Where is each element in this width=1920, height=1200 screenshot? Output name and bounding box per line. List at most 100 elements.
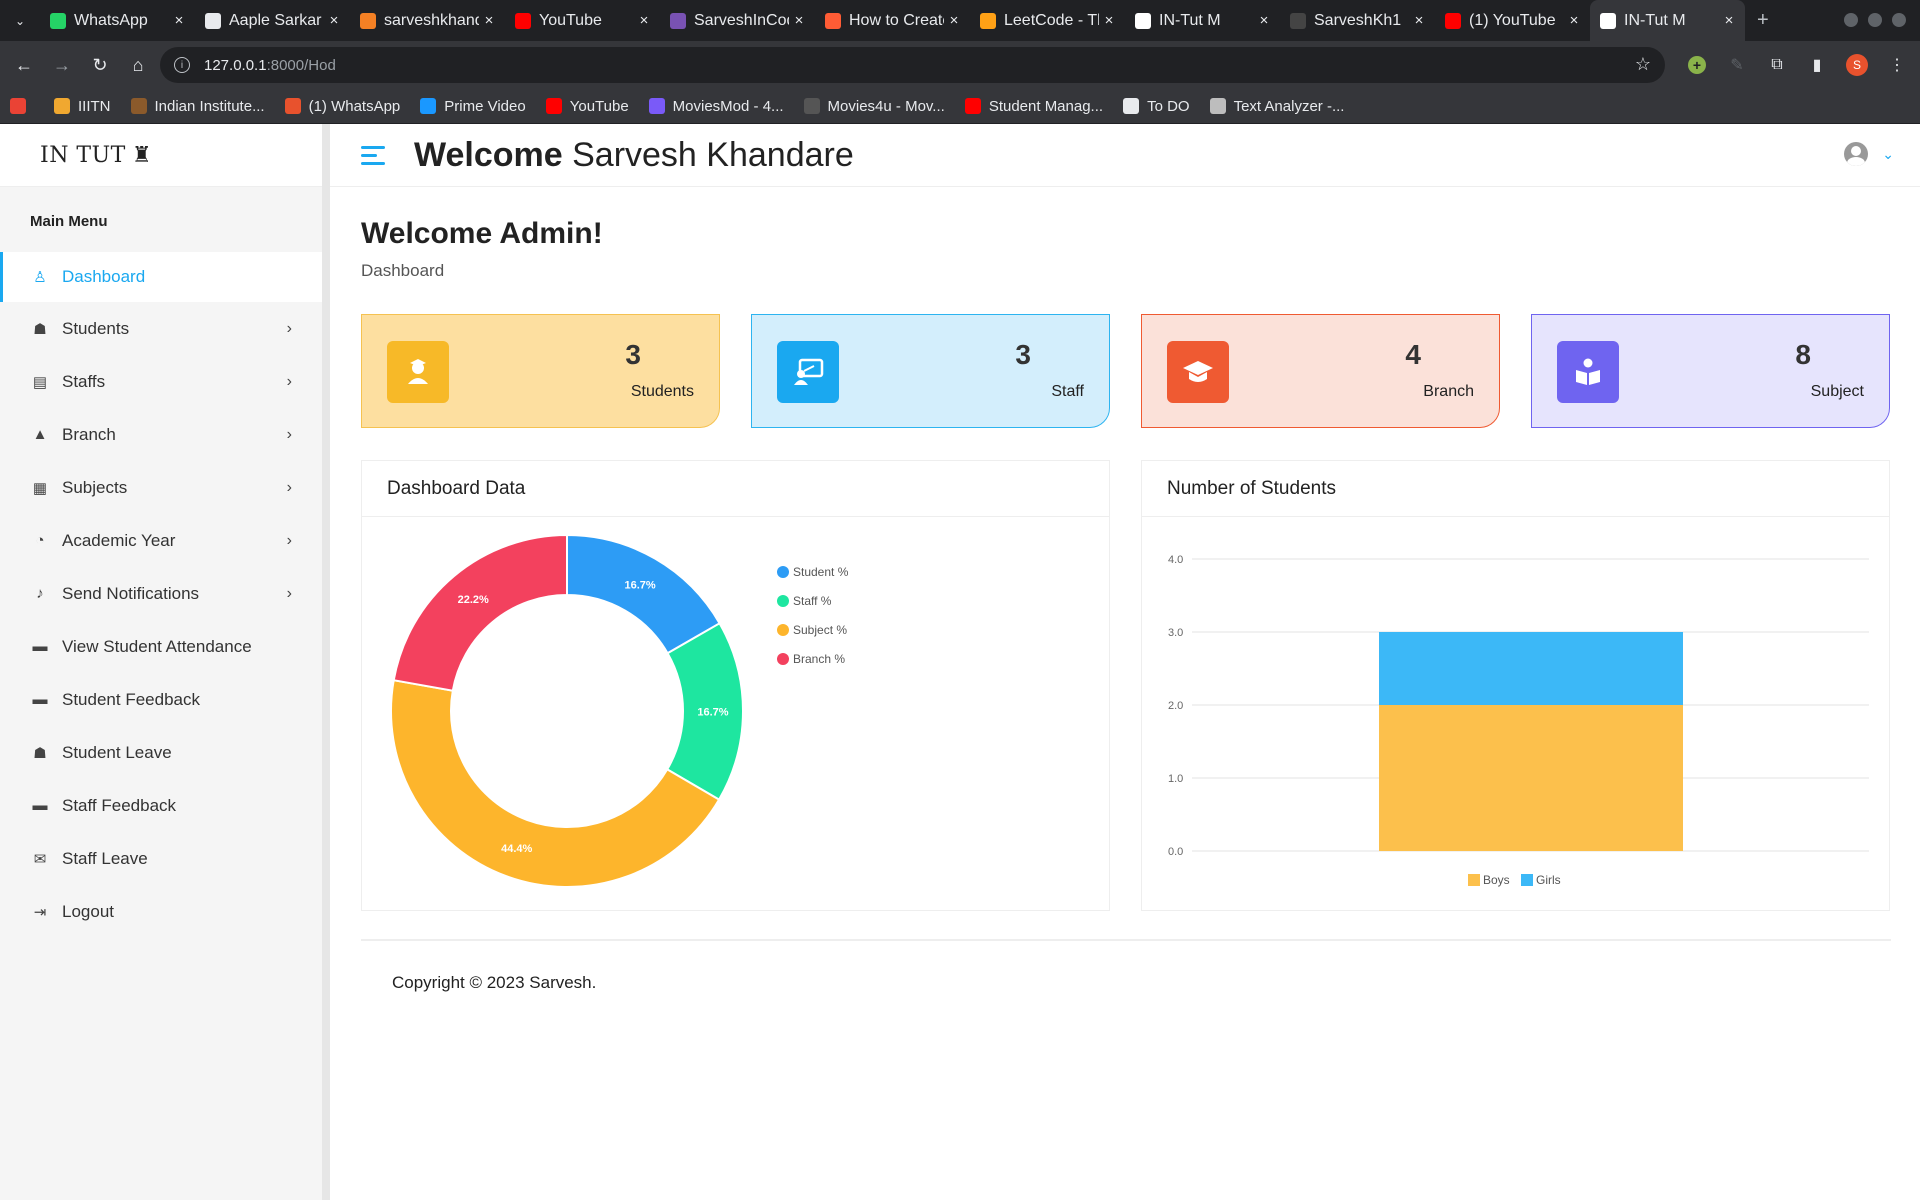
tab-title: How to Create <box>849 11 944 29</box>
extension-green-icon[interactable]: + <box>1682 47 1712 83</box>
legend-label[interactable]: Boys <box>1483 873 1510 887</box>
close-tab-icon[interactable]: × <box>324 12 344 29</box>
maximize-button[interactable] <box>1868 13 1882 27</box>
youtube-icon <box>545 98 562 114</box>
bookmark-item[interactable] <box>10 98 34 114</box>
browser-tab[interactable]: IN-Tut M × <box>1125 0 1280 41</box>
institute-icon <box>130 98 147 114</box>
prime-video-icon <box>420 98 437 114</box>
bookmark-item[interactable]: To DO <box>1123 98 1190 115</box>
bookmark-label: Indian Institute... <box>154 97 265 115</box>
close-window-button[interactable] <box>1892 13 1906 27</box>
close-tab-icon[interactable]: × <box>1099 12 1119 29</box>
close-tab-icon[interactable]: × <box>1564 12 1584 29</box>
close-tab-icon[interactable]: × <box>634 12 654 29</box>
sidebar-item-label: Student Leave <box>62 742 172 762</box>
whatsapp-icon <box>284 98 301 114</box>
legend-item[interactable]: Student % <box>777 557 848 586</box>
bookmark-item[interactable]: IIITN <box>54 98 111 115</box>
sidebar-item-staffs[interactable]: ▤ Staffs › <box>0 355 322 408</box>
browser-tab[interactable]: sarveshkhandare× <box>350 0 505 41</box>
minimize-button[interactable] <box>1844 13 1858 27</box>
slice-value-label: 44.4% <box>501 843 532 855</box>
bookmark-star-icon[interactable]: ☆ <box>1635 54 1651 75</box>
new-tab-button[interactable]: + <box>1757 9 1769 32</box>
bar-segment-boys[interactable] <box>1379 705 1683 851</box>
sidebar-item-student-feedback[interactable]: ▬ Student Feedback <box>0 673 322 726</box>
sidebar-item-student-leave[interactable]: ☗ Student Leave <box>0 726 322 779</box>
stackoverflow-icon <box>360 12 376 29</box>
close-tab-icon[interactable]: × <box>169 12 189 29</box>
doughnut-slice-subject[interactable] <box>390 679 721 888</box>
browser-tab[interactable]: SarveshKh1 × <box>1280 0 1435 41</box>
sidebar-item-send-notifications[interactable]: ♪ Send Notifications › <box>0 567 322 620</box>
sidebar-item-students[interactable]: ☗ Students › <box>0 302 322 355</box>
document-icon <box>205 12 221 29</box>
sidebar-item-academic-year[interactable]: ◔ Academic Year › <box>0 514 322 567</box>
browser-tab[interactable]: How to Create × <box>815 0 970 41</box>
side-panel-icon[interactable]: ▮ <box>1802 47 1832 83</box>
browser-tab[interactable]: IN-Tut M × <box>1590 0 1745 41</box>
tab-search-chevron-icon[interactable]: ⌄ <box>0 0 40 41</box>
bookmark-item[interactable]: MoviesMod - 4... <box>648 98 784 115</box>
legend-item[interactable]: Branch % <box>777 644 848 673</box>
book-reader-icon: ▦ <box>32 479 48 497</box>
site-info-icon[interactable]: i <box>174 57 190 73</box>
bookmarks-bar: IIITN Indian Institute... (1) WhatsApp Prim… <box>0 89 1920 124</box>
sidebar-item-staff-leave[interactable]: ✉ Staff Leave <box>0 832 322 885</box>
close-tab-icon[interactable]: × <box>944 12 964 29</box>
legend-label[interactable]: Girls <box>1536 873 1561 887</box>
hamburger-menu-icon[interactable] <box>361 145 385 165</box>
clock-icon: ◔ <box>35 532 45 549</box>
forward-arrow-icon[interactable]: → <box>44 47 80 83</box>
bootstrap-icon <box>670 12 686 29</box>
stat-cards: 3 Students 3 Staff 4 Branch 8 Subject <box>361 314 1891 428</box>
close-tab-icon[interactable]: × <box>1719 12 1739 29</box>
sidebar: IN TUT ♜ Main Menu ♙ Dashboard ☗ Students › ▤… <box>0 124 330 1200</box>
y-tick-label: 3.0 <box>1168 627 1183 639</box>
chevron-right-icon: › <box>286 319 292 337</box>
close-tab-icon[interactable]: × <box>479 12 499 29</box>
doughnut-slice-branch[interactable] <box>392 533 568 692</box>
address-bar[interactable]: i 127.0.0.1:8000/Hod ☆ <box>160 47 1665 83</box>
extensions-puzzle-icon[interactable]: ⧉ <box>1762 47 1792 83</box>
browser-tab[interactable]: LeetCode - The× <box>970 0 1125 41</box>
user-menu[interactable]: ⌄ <box>1844 142 1894 166</box>
header-user-name: Sarvesh Khandare <box>572 135 854 174</box>
home-icon[interactable]: ⌂ <box>120 47 156 83</box>
browser-tab[interactable]: SarveshInCode× <box>660 0 815 41</box>
bookmark-item[interactable]: Student Manag... <box>964 98 1103 115</box>
sidebar-item-dashboard[interactable]: ♙ Dashboard <box>0 252 322 302</box>
bookmark-item[interactable]: Movies4u - Mov... <box>803 98 945 115</box>
close-tab-icon[interactable]: × <box>1409 12 1429 29</box>
browser-tab[interactable]: (1) YouTube × <box>1435 0 1590 41</box>
browser-tab[interactable]: Aaple Sarkar × <box>195 0 350 41</box>
browser-menu-icon[interactable]: ⋮ <box>1882 47 1912 83</box>
bar-segment-girls[interactable] <box>1379 632 1683 705</box>
sidebar-item-staff-feedback[interactable]: ▬ Staff Feedback <box>0 779 322 832</box>
extension-dark-icon[interactable]: ✎ <box>1722 47 1752 83</box>
sidebar-item-branch[interactable]: ▲ Branch › <box>0 408 322 461</box>
bookmark-item[interactable]: Text Analyzer -... <box>1209 98 1344 115</box>
app-root: IN TUT ♜ Main Menu ♙ Dashboard ☗ Students › ▤… <box>0 124 1920 1200</box>
sidebar-item-subjects[interactable]: ▦ Subjects › <box>0 461 322 514</box>
student-icon: ☗ <box>33 744 47 762</box>
bookmark-item[interactable]: Indian Institute... <box>130 97 265 115</box>
reload-icon[interactable]: ↻ <box>82 47 118 83</box>
close-tab-icon[interactable]: × <box>1254 12 1274 29</box>
legend-item[interactable]: Staff % <box>777 586 848 615</box>
bookmark-item[interactable]: Prime Video <box>420 98 526 115</box>
logo[interactable]: IN TUT ♜ <box>0 124 322 187</box>
legend-item[interactable]: Subject % <box>777 615 848 644</box>
bookmark-item[interactable]: (1) WhatsApp <box>284 98 400 115</box>
profile-avatar[interactable]: S <box>1842 47 1872 83</box>
browser-tab[interactable]: WhatsApp × <box>40 0 195 41</box>
sidebar-item-view-student-attendance[interactable]: ▬ View Student Attendance <box>0 620 322 673</box>
bookmark-item[interactable]: YouTube <box>545 98 629 115</box>
y-tick-label: 4.0 <box>1168 554 1183 566</box>
browser-tab[interactable]: YouTube × <box>505 0 660 41</box>
sidebar-item-logout[interactable]: ⇥ Logout <box>0 885 322 938</box>
back-arrow-icon[interactable]: ← <box>6 47 42 83</box>
chevron-right-icon: › <box>286 372 292 390</box>
close-tab-icon[interactable]: × <box>789 12 809 29</box>
